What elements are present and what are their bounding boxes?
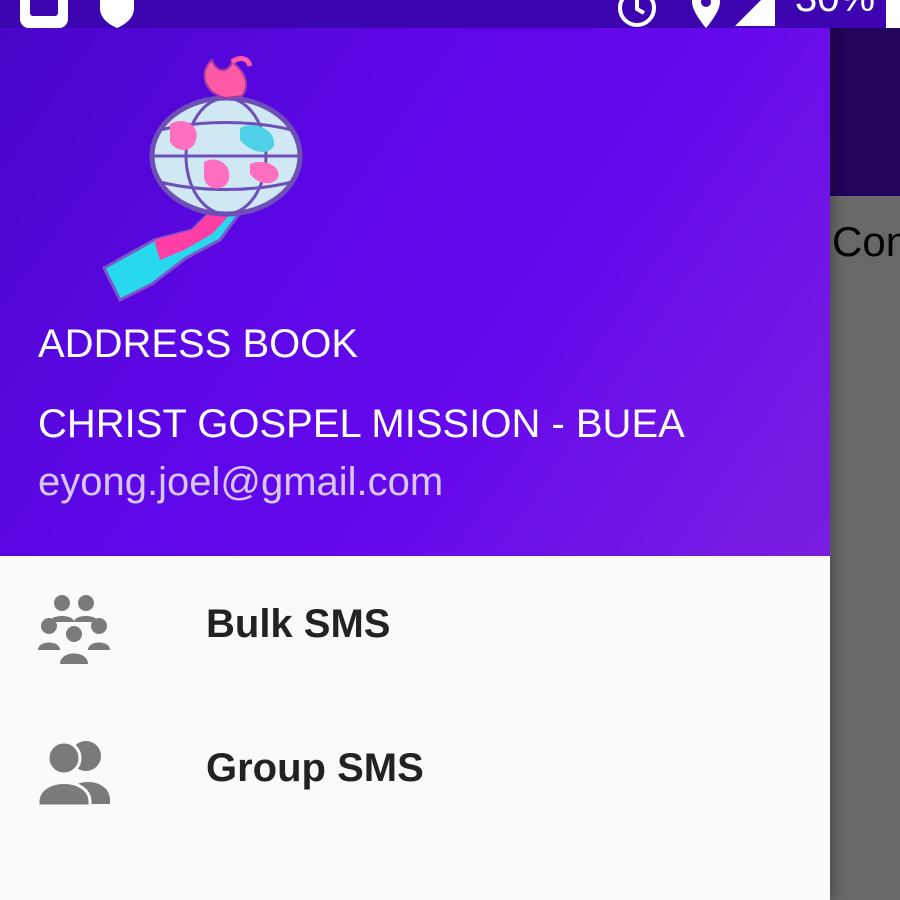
location-icon	[692, 0, 720, 28]
screen: Con 30%	[0, 0, 900, 900]
drawer-menu: Bulk SMS Group SMS	[0, 556, 830, 844]
account-email: eyong.joel@gmail.com	[38, 460, 444, 504]
menu-label-group-sms: Group SMS	[206, 746, 424, 790]
globe-torch-logo	[102, 56, 303, 303]
alarm-icon	[618, 0, 656, 27]
drawer-header: ADDRESS BOOK CHRIST GOSPEL MISSION - BUE…	[0, 28, 830, 556]
app-notification-icon	[20, 0, 68, 28]
two-people-icon	[36, 740, 110, 808]
group-people-icon	[38, 595, 110, 664]
battery-icon	[886, 0, 900, 28]
app-title: ADDRESS BOOK	[38, 322, 359, 366]
background-tab-label: Con	[832, 218, 900, 265]
menu-label-bulk-sms: Bulk SMS	[206, 602, 391, 646]
shield-icon	[100, 0, 134, 28]
status-bar: 30%	[0, 0, 900, 28]
navigation-drawer: ADDRESS BOOK CHRIST GOSPEL MISSION - BUE…	[0, 28, 830, 900]
battery-percent: 30%	[795, 0, 875, 18]
signal-icon	[735, 0, 775, 26]
menu-item-group-sms[interactable]: Group SMS	[0, 700, 830, 844]
organization-name: CHRIST GOSPEL MISSION - BUEA	[38, 402, 685, 446]
menu-item-bulk-sms[interactable]: Bulk SMS	[0, 556, 830, 700]
